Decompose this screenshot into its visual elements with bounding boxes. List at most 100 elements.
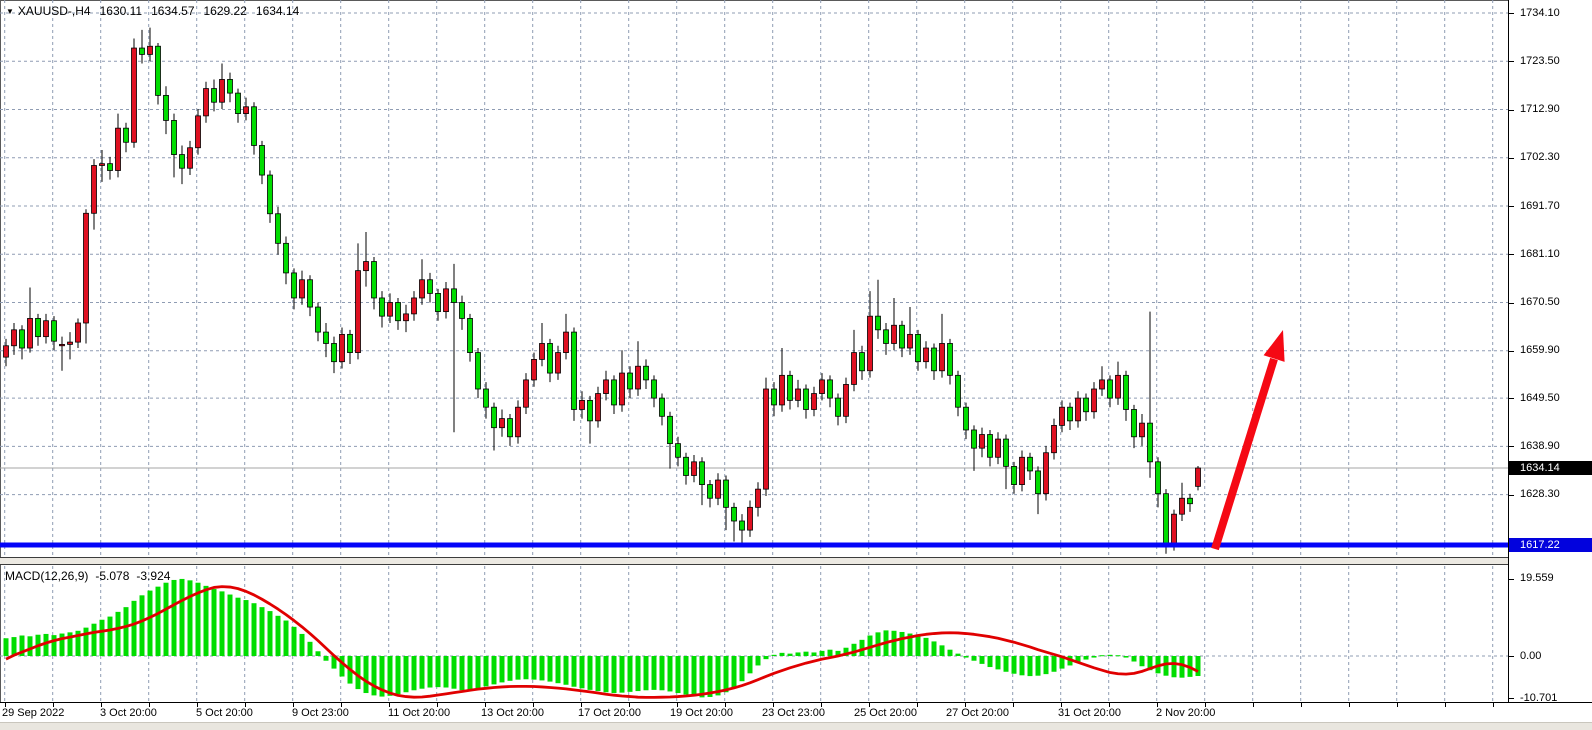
macd-histogram-bar	[244, 600, 249, 656]
candle-body	[684, 457, 689, 475]
macd-histogram-bar	[508, 656, 513, 681]
axis-tick	[1509, 446, 1514, 447]
macd-histogram-bar	[596, 656, 601, 691]
candle-body	[628, 373, 633, 389]
candle-body	[68, 342, 73, 344]
candle-body	[292, 273, 297, 298]
candle-body	[612, 380, 617, 405]
candle-body	[572, 332, 577, 409]
macd-histogram-bar	[932, 641, 937, 656]
macd-histogram-bar	[980, 656, 985, 664]
macd-histogram-bar	[364, 656, 369, 693]
candle-body	[340, 334, 345, 361]
macd-histogram-bar	[116, 612, 121, 656]
macd-histogram-bar	[604, 656, 609, 692]
candle-body	[1068, 407, 1073, 421]
candle-body	[236, 93, 241, 113]
macd-pane[interactable]	[0, 566, 1508, 702]
price-axis[interactable]: 1634.14 1617.22 1734.101723.501712.90170…	[1508, 0, 1592, 702]
macd-histogram-bar	[812, 652, 817, 656]
macd-histogram-bar	[1140, 656, 1145, 666]
macd-histogram-bar	[660, 656, 665, 690]
candle-body	[420, 280, 425, 298]
macd-histogram-bar	[572, 656, 577, 687]
time-axis-label: 29 Sep 2022	[2, 707, 64, 719]
time-axis-tick	[1397, 703, 1398, 707]
candle-body	[308, 280, 313, 307]
macd-histogram-bar	[956, 654, 961, 656]
macd-histogram-bar	[620, 656, 625, 693]
macd-histogram-bar	[924, 638, 929, 656]
macd-histogram-bar	[108, 617, 113, 656]
macd-histogram-bar	[500, 656, 505, 682]
candle-body	[668, 416, 673, 443]
candle-body	[540, 343, 545, 359]
candle-body	[660, 398, 665, 416]
time-axis-tick	[1445, 703, 1446, 707]
macd-histogram-bar	[644, 656, 649, 690]
macd-histogram-bar	[900, 632, 905, 656]
candle-body	[820, 380, 825, 394]
candle-body	[1036, 471, 1041, 494]
candle-body	[1052, 425, 1057, 452]
candle-body	[1116, 375, 1121, 398]
candle-body	[1092, 389, 1097, 412]
axis-tick	[1509, 13, 1514, 14]
time-axis-tick	[1013, 703, 1014, 707]
candle-body	[452, 289, 457, 303]
candle-body	[1076, 398, 1081, 421]
bull-arrow-shaft[interactable]	[1215, 359, 1274, 549]
macd-histogram-bar	[492, 656, 497, 684]
candle-body	[876, 316, 881, 330]
candle-body	[620, 373, 625, 405]
macd-histogram-bar	[276, 616, 281, 656]
candlestick-svg[interactable]	[0, 0, 1508, 557]
candle-body	[4, 346, 9, 357]
time-axis[interactable]: 29 Sep 20223 Oct 20:005 Oct 20:009 Oct 2…	[0, 702, 1592, 723]
candle-body	[1124, 375, 1129, 409]
axis-tick	[1509, 398, 1514, 399]
price-axis-label: 1723.50	[1520, 55, 1560, 67]
candle-body	[476, 353, 481, 389]
ohlc-open: 1630.11	[100, 4, 143, 18]
pane-splitter[interactable]	[0, 557, 1592, 565]
support-price-badge: 1617.22	[1509, 538, 1592, 552]
macd-histogram-bar	[708, 656, 713, 697]
macd-histogram-bar	[1196, 656, 1201, 676]
candle-body	[284, 243, 289, 273]
macd-histogram-bar	[436, 656, 441, 687]
candle-body	[244, 107, 249, 114]
candle-body	[964, 407, 969, 430]
candle-body	[108, 164, 113, 171]
macd-histogram-bar	[404, 656, 409, 692]
candle-body	[924, 348, 929, 362]
time-axis-label: 9 Oct 23:00	[292, 707, 349, 719]
candle-body	[460, 303, 465, 319]
macd-histogram-bar	[828, 650, 833, 656]
macd-histogram-bar	[484, 656, 489, 686]
candle-body	[1132, 409, 1137, 436]
macd-svg[interactable]	[0, 566, 1508, 702]
ohlc-close: 1634.14	[256, 4, 299, 18]
candle-body	[804, 389, 809, 409]
macd-histogram-bar	[580, 656, 585, 688]
candle-body	[524, 380, 529, 407]
candle-body	[580, 400, 585, 409]
time-axis-label: 11 Oct 20:00	[388, 707, 450, 719]
macd-histogram-bar	[1180, 656, 1185, 678]
macd-histogram-bar	[4, 638, 9, 656]
macd-histogram-bar	[1012, 656, 1017, 674]
main-chart-pane[interactable]: ▼XAUUSD-,H41630.111634.571629.221634.14	[0, 0, 1508, 557]
candle-body	[772, 389, 777, 405]
bull-arrow-head[interactable]	[1264, 330, 1285, 362]
candle-body	[260, 145, 265, 175]
axis-tick	[1509, 254, 1514, 255]
candle-body	[764, 389, 769, 489]
macd-histogram-bar	[140, 595, 145, 656]
macd-histogram-bar	[564, 656, 569, 685]
candle-body	[604, 380, 609, 394]
macd-histogram-bar	[724, 656, 729, 692]
macd-histogram-bar	[1036, 656, 1041, 676]
candle-body	[380, 298, 385, 316]
candle-body	[444, 289, 449, 312]
